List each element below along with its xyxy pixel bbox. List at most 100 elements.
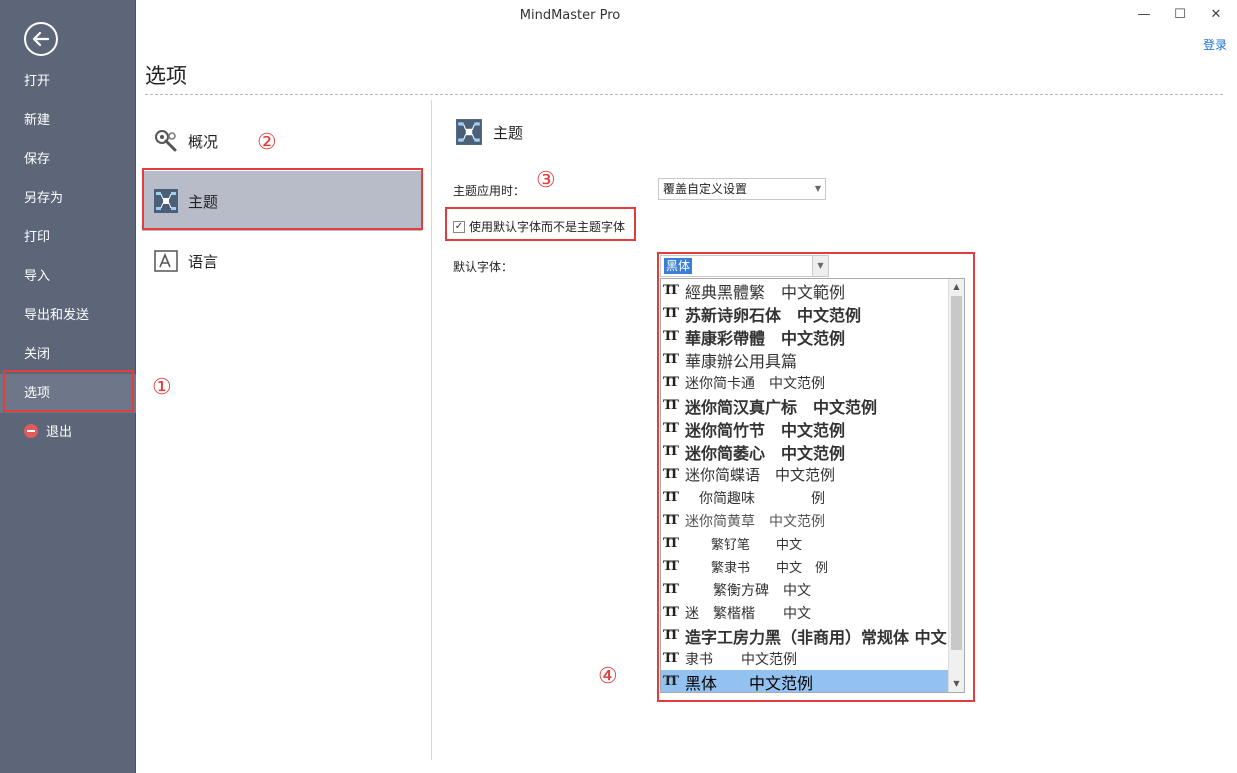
font-option-label: 隶书 中文范例 — [685, 651, 797, 668]
font-option-label: 繁衡方碑 中文 — [685, 582, 811, 599]
font-option-label: 華康辦公用具篇 — [685, 351, 798, 371]
font-list-scrollbar[interactable]: ▲ ▼ — [948, 279, 964, 692]
font-option[interactable]: TT 你简趣味 例 — [661, 486, 949, 509]
annotation-number-2: ② — [257, 130, 277, 155]
default-font-checkbox-label: 使用默认字体而不是主题字体 — [469, 220, 626, 234]
theme-icon — [456, 119, 482, 145]
sidebar-item-close[interactable]: 关闭 — [0, 335, 136, 374]
font-option-label: 迷 繁楷楷 中文 — [685, 605, 811, 622]
truetype-icon: TT — [663, 467, 679, 482]
default-font-label: 默认字体： — [453, 260, 514, 274]
login-link[interactable]: 登录 — [1203, 36, 1227, 53]
sidebar-item-label: 导出和发送 — [24, 308, 90, 323]
font-option-label: 迷你简卡通 中文范例 — [685, 375, 825, 392]
font-option[interactable]: TT 華康彩帶體 中文范例 — [661, 325, 949, 348]
sidebar-item-label: 选项 — [24, 386, 51, 401]
sidebar-item-save-as[interactable]: 另存为 — [0, 179, 136, 218]
maximize-button[interactable]: ☐ — [1166, 4, 1194, 26]
category-label: 语言 — [188, 252, 219, 271]
scroll-down-icon[interactable]: ▼ — [949, 676, 964, 692]
font-option[interactable]: TT 繁衡方碑 中文 — [661, 578, 949, 601]
font-option[interactable]: TT 迷 繁楷楷 中文 — [661, 601, 949, 624]
back-button[interactable] — [24, 22, 58, 56]
truetype-icon: TT — [663, 352, 679, 367]
sidebar-item-print[interactable]: 打印 — [0, 218, 136, 257]
font-option[interactable]: TT 繁钌笔 中文 — [661, 532, 949, 555]
default-font-select[interactable]: 黑体 ▼ — [660, 255, 829, 277]
font-option[interactable]: TT 經典黑體繁 中文範例 — [661, 279, 949, 302]
category-label: 概况 — [188, 132, 219, 151]
font-option[interactable]: TT 迷你简竹节 中文范例 — [661, 417, 949, 440]
sidebar-item-export-send[interactable]: 导出和发送 — [0, 296, 136, 335]
sidebar-item-import[interactable]: 导入 — [0, 257, 136, 296]
font-option-label: 華康彩帶體 中文范例 — [685, 328, 846, 348]
truetype-icon: TT — [663, 536, 679, 551]
truetype-icon: TT — [663, 559, 679, 574]
category-label: 主题 — [188, 192, 219, 211]
font-option[interactable]: TT 迷你简萎心 中文范例 — [661, 440, 949, 463]
font-option[interactable]: TT 迷你简卡通 中文范例 — [661, 371, 949, 394]
truetype-icon: TT — [663, 375, 679, 390]
font-dropdown-list[interactable]: TT 經典黑體繁 中文範例 TT 苏新诗卵石体 中文范例 TT 華康彩帶體 中文范例 … — [660, 278, 965, 693]
panel-separator — [431, 100, 432, 760]
close-button[interactable]: ✕ — [1202, 4, 1230, 26]
page-title: 选项 — [145, 64, 187, 88]
sidebar-item-options[interactable]: 选项 — [0, 374, 136, 413]
font-option[interactable]: TT 迷你简蝶语 中文范例 — [661, 463, 949, 486]
font-option-label: 迷你简汉真广标 中文范例 — [685, 397, 878, 417]
truetype-icon: TT — [663, 651, 679, 666]
category-language[interactable]: 语言 — [142, 231, 422, 291]
font-option-label: 迷你简竹节 中文范例 — [685, 420, 846, 440]
font-option[interactable]: TT 迷你简黄草 中文范例 — [661, 509, 949, 532]
theme-apply-label: 主题应用时： — [453, 184, 526, 198]
font-option-label: 你简趣味 例 — [685, 490, 825, 507]
sidebar-item-exit[interactable]: 退出 — [0, 413, 136, 452]
scroll-up-icon[interactable]: ▲ — [949, 279, 964, 295]
sidebar: 打开 新建 保存 另存为 打印 导入 导出和发送 关闭 选项 退出 — [0, 0, 136, 773]
truetype-icon: TT — [663, 628, 679, 643]
font-option-selected[interactable]: TT 黑体 中文范例 — [661, 670, 949, 693]
title-divider — [145, 94, 1223, 95]
sidebar-item-label: 保存 — [24, 152, 51, 167]
default-font-value: 黑体 — [664, 258, 693, 274]
font-option[interactable]: TT 華康辦公用具篇 — [661, 348, 949, 371]
sidebar-item-label: 打开 — [24, 74, 51, 89]
minimize-button[interactable]: — — [1130, 4, 1158, 26]
font-option[interactable]: TT 造字工房力黑（非商用）常规体 中文 — [661, 624, 949, 647]
truetype-icon: TT — [663, 513, 679, 528]
font-option-label: 迷你简萎心 中文范例 — [685, 443, 846, 463]
default-font-checkbox-row[interactable]: ✓ 使用默认字体而不是主题字体 — [453, 218, 625, 235]
category-theme[interactable]: 主题 — [142, 171, 422, 231]
language-icon — [152, 247, 180, 275]
annotation-number-3: ③ — [536, 168, 556, 193]
sidebar-item-label: 关闭 — [24, 347, 51, 362]
sidebar-item-open[interactable]: 打开 — [0, 62, 136, 101]
sidebar-item-save[interactable]: 保存 — [0, 140, 136, 179]
font-option-label: 苏新诗卵石体 中文范例 — [685, 305, 862, 325]
font-option[interactable]: TT 繁隶书 中文 例 — [661, 555, 949, 578]
section-header: 主题 — [455, 118, 523, 146]
annotation-number-4: ④ — [598, 664, 618, 689]
chevron-down-icon[interactable]: ▼ — [812, 256, 828, 276]
truetype-icon: TT — [663, 306, 679, 321]
font-option[interactable]: TT 苏新诗卵石体 中文范例 — [661, 302, 949, 325]
theme-apply-value: 覆盖自定义设置 — [663, 182, 748, 196]
font-option-label: 繁钌笔 中文 — [685, 538, 803, 553]
truetype-icon: TT — [663, 329, 679, 344]
category-overview[interactable]: 概况 — [142, 111, 422, 171]
sidebar-item-label: 退出 — [46, 425, 73, 440]
font-option[interactable]: TT 迷你简汉真广标 中文范例 — [661, 394, 949, 417]
sidebar-item-label: 导入 — [24, 269, 51, 284]
default-font-checkbox[interactable]: ✓ — [453, 220, 465, 233]
sidebar-item-new[interactable]: 新建 — [0, 101, 136, 140]
section-title: 主题 — [493, 123, 524, 142]
font-option-label: 經典黑體繁 中文範例 — [685, 282, 846, 302]
font-option[interactable]: TT 隶书 中文范例 — [661, 647, 949, 670]
scrollbar-thumb[interactable] — [951, 296, 962, 650]
sidebar-item-label: 另存为 — [24, 191, 64, 206]
font-option-label: 黑体 中文范例 — [685, 673, 814, 693]
exit-icon — [24, 424, 38, 438]
theme-apply-select[interactable]: 覆盖自定义设置 ▼ — [658, 178, 826, 200]
truetype-icon: TT — [663, 674, 679, 689]
truetype-icon: TT — [663, 421, 679, 436]
